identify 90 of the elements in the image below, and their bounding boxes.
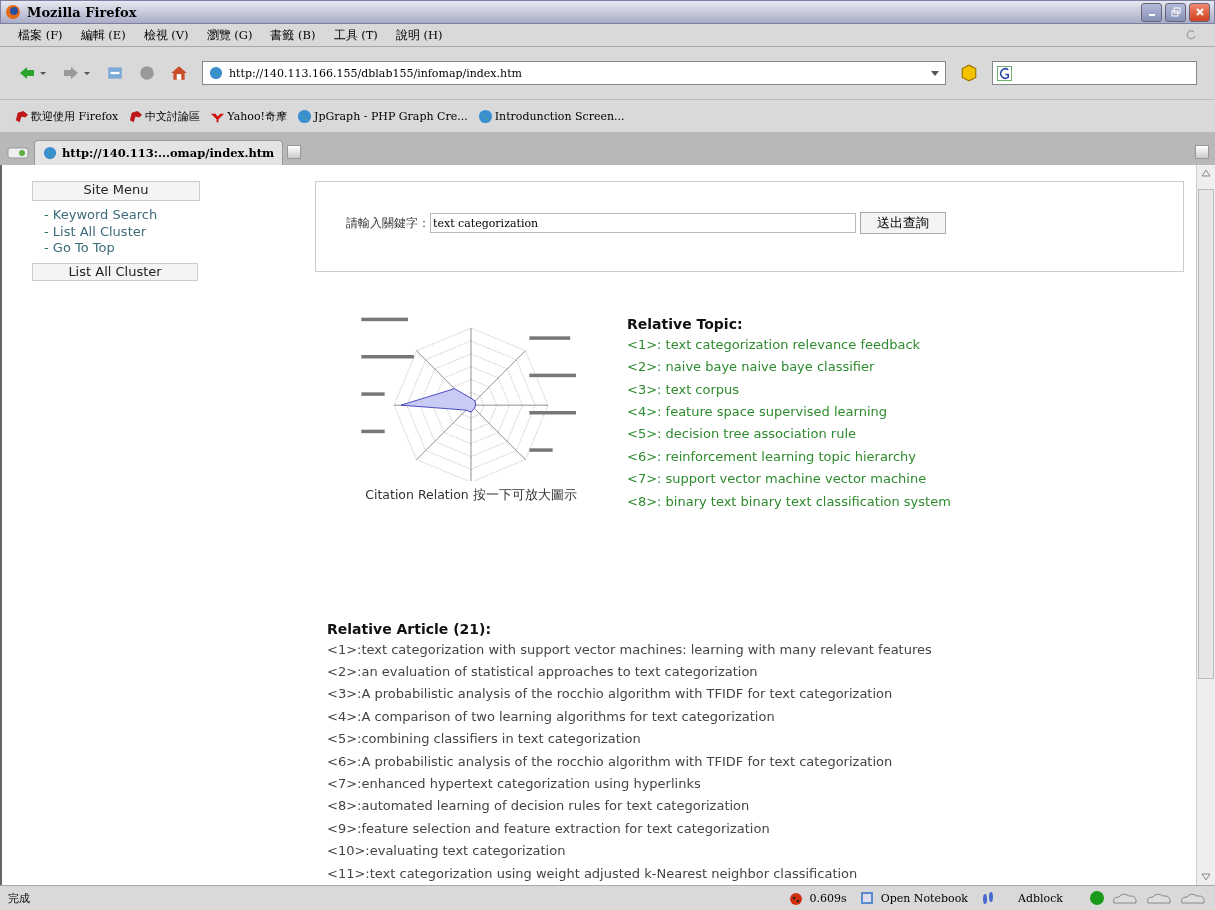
scrollbar-thumb[interactable] (1198, 189, 1214, 679)
menu-item[interactable]: 檔案 (F) (18, 27, 63, 43)
globe-icon (297, 108, 313, 124)
menu-link[interactable]: - Go To Top (44, 240, 158, 257)
chart-caption[interactable]: Citation Relation 按一下可放大圖示 (365, 486, 577, 504)
cloud-icon[interactable] (1111, 891, 1139, 905)
blurred-axis-label (529, 373, 576, 377)
topic-link[interactable]: <2>: naive baye naive baye classifier (627, 356, 951, 379)
topic-link[interactable]: <8>: binary text binary text classification system (627, 490, 951, 513)
stop-icon[interactable] (138, 64, 156, 82)
blurred-axis-label (361, 317, 408, 321)
notebook-icon (858, 890, 875, 906)
fox-icon (5, 4, 21, 20)
topic-link[interactable]: <6>: reinforcement learning topic hierarchy (627, 445, 951, 469)
article-link[interactable]: <2>:an evaluation of statistical approaches to text categorization (327, 660, 1184, 684)
article-link[interactable]: <9>:feature selection and feature extraction for text categorization (327, 817, 1184, 841)
bookmark-item[interactable]: 歡迎使用 Firefox (14, 108, 119, 124)
topic-link[interactable]: <1>: text categorization relevance feedback (627, 333, 951, 357)
article-link[interactable]: <11>:text categorization using weight adjusted k-Nearest neighbor classification (327, 862, 1184, 885)
dropdown-icon[interactable] (931, 70, 939, 76)
cloud-icon[interactable] (1145, 891, 1173, 905)
close-button[interactable] (1189, 2, 1210, 22)
article-link[interactable]: <6>:A probabilistic analysis of the rocchio algorithm with TFIDF for text categorization (327, 750, 1184, 773)
bookmark-item[interactable]: 中文討論區 (128, 108, 201, 124)
home-icon[interactable] (170, 64, 188, 82)
back-icon[interactable] (18, 65, 48, 81)
article-link[interactable]: <7>:enhanced hypertext categorization using hyperlinks (327, 772, 1184, 796)
article-link[interactable]: <3>:A probabilistic analysis of the rocchio algorithm with TFIDF for text categorization (327, 683, 1184, 706)
status-light-icon (1089, 890, 1105, 906)
search-field[interactable] (992, 61, 1197, 85)
article-link[interactable]: <4>:A comparison of two learning algorithms for text categorization (327, 705, 1184, 729)
menu-heading: Site Menu (32, 181, 200, 201)
section-title: Relative Article (21): (327, 620, 493, 637)
search-engine-icon (997, 65, 1012, 81)
topic-link[interactable]: <7>: support vector machine vector machine (627, 468, 951, 491)
blurred-axis-label (529, 410, 576, 415)
menu-link[interactable]: - Keyword Search (44, 207, 158, 224)
tab-close-box-icon[interactable] (287, 145, 302, 159)
globe-icon (477, 108, 493, 124)
blurred-axis-label (529, 336, 571, 340)
load-time: 0.609s (809, 891, 847, 905)
forward-icon[interactable] (62, 65, 92, 81)
status-text: 完成 (8, 890, 30, 906)
section-title: Relative Topic: (627, 315, 744, 332)
menu-item[interactable]: 編輯 (E) (80, 27, 126, 43)
menu-item[interactable]: 書籤 (B) (270, 27, 316, 43)
menu-item[interactable]: 瀏覽 (G) (206, 27, 253, 43)
keyword-label: 請輸入關鍵字： (346, 214, 430, 232)
cube-icon[interactable] (960, 64, 978, 82)
minimize-icon (1148, 14, 1155, 16)
article-link[interactable]: <5>:combining classifiers in text categorization (327, 728, 1184, 751)
minimize-button[interactable] (1141, 2, 1162, 22)
bookmark-item[interactable]: Introdunction Screen... (477, 108, 625, 124)
scroll-down-icon[interactable] (1201, 871, 1211, 883)
scroll-up-icon[interactable] (1201, 167, 1211, 179)
menu-item[interactable]: 說明 (H) (395, 27, 443, 43)
browser-tab[interactable]: http://140.113:...omap/index.htm (34, 140, 284, 165)
menu-link[interactable]: - List All Cluster (44, 223, 158, 240)
topic-link[interactable]: <5>: decision tree association rule (627, 423, 951, 446)
article-link[interactable]: <10>:evaluating text categorization (327, 840, 1184, 863)
cloud-icon[interactable] (1179, 891, 1207, 905)
globe-icon (43, 146, 57, 160)
menu-item[interactable]: 檢視 (V) (143, 27, 189, 43)
address-field[interactable]: http://140.113.166.155/dblab155/infomap/index.htm (202, 61, 946, 85)
window-title: Mozilla Firefox (27, 4, 137, 20)
menu-item[interactable]: 工具 (T) (333, 27, 378, 43)
blurred-axis-label (361, 392, 385, 396)
tab-list-icon[interactable] (1195, 145, 1209, 159)
topic-link[interactable]: <4>: feature space supervised learning (627, 400, 951, 424)
bookmark-item[interactable]: JpGraph - PHP Graph Cre... (297, 108, 468, 124)
ladybug-icon (787, 890, 804, 906)
blurred-axis-label (361, 354, 414, 359)
list-all-cluster-button[interactable]: List All Cluster (32, 262, 198, 281)
restore-button[interactable] (1165, 2, 1186, 22)
close-icon (1194, 7, 1205, 17)
notebook-button[interactable]: Open Notebook (880, 891, 968, 905)
adblock-button[interactable]: Adblock (1018, 891, 1063, 905)
globe-icon (209, 66, 223, 80)
new-tab-icon[interactable] (6, 144, 30, 160)
article-link[interactable]: <1>:text categorization with support vector machines: learning with many relevant features (327, 638, 1184, 661)
blurred-axis-label (361, 429, 385, 433)
blurred-axis-label (529, 448, 553, 452)
bookmark-item[interactable]: Yahoo!奇摩 (210, 108, 288, 124)
submit-button[interactable]: 送出查詢 (860, 212, 946, 235)
topic-link[interactable]: <3>: text corpus (627, 378, 951, 401)
restore-icon (1170, 7, 1181, 17)
article-link[interactable]: <8>:automated learning of decision rules for text categorization (327, 795, 1184, 818)
reload-throbber-icon (1185, 29, 1197, 41)
footprints-icon[interactable] (980, 890, 996, 906)
keyword-input[interactable]: text categorization (430, 213, 856, 234)
